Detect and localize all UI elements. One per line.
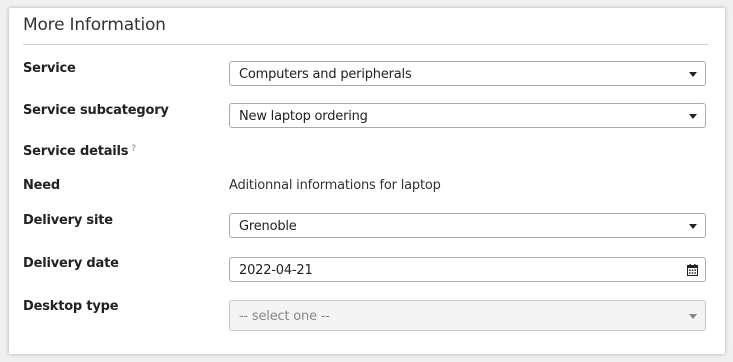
service-subcategory-label: Service subcategory [23, 103, 169, 118]
service-subcategory-select[interactable]: New laptop ordering [229, 103, 706, 128]
desktop-type-select[interactable]: -- select one -- [229, 300, 706, 331]
service-details-label: Service details? [23, 144, 136, 159]
delivery-site-label: Delivery site [23, 213, 113, 228]
chevron-down-icon [689, 224, 697, 229]
need-value: Aditionnal informations for laptop [229, 178, 441, 193]
service-details-text: Service details [23, 144, 129, 159]
chevron-down-icon [689, 72, 697, 77]
desktop-type-label: Desktop type [23, 299, 119, 314]
desktop-type-placeholder: -- select one -- [239, 309, 330, 324]
delivery-site-select[interactable]: Grenoble [229, 213, 706, 238]
service-select-value: Computers and peripherals [239, 67, 412, 82]
chevron-down-icon [689, 114, 697, 119]
section-title: More Information [23, 15, 166, 35]
service-subcategory-value: New laptop ordering [239, 109, 368, 124]
need-label: Need [23, 178, 61, 193]
delivery-site-value: Grenoble [239, 219, 297, 234]
service-label: Service [23, 61, 76, 76]
chevron-down-icon [689, 314, 697, 319]
calendar-icon[interactable] [687, 264, 698, 276]
section-divider [23, 44, 708, 45]
delivery-date-input[interactable]: 2022-04-21 [229, 257, 706, 282]
service-select[interactable]: Computers and peripherals [229, 61, 706, 86]
help-icon[interactable]: ? [131, 144, 136, 154]
delivery-date-label: Delivery date [23, 256, 119, 271]
delivery-date-value: 2022-04-21 [239, 263, 313, 278]
